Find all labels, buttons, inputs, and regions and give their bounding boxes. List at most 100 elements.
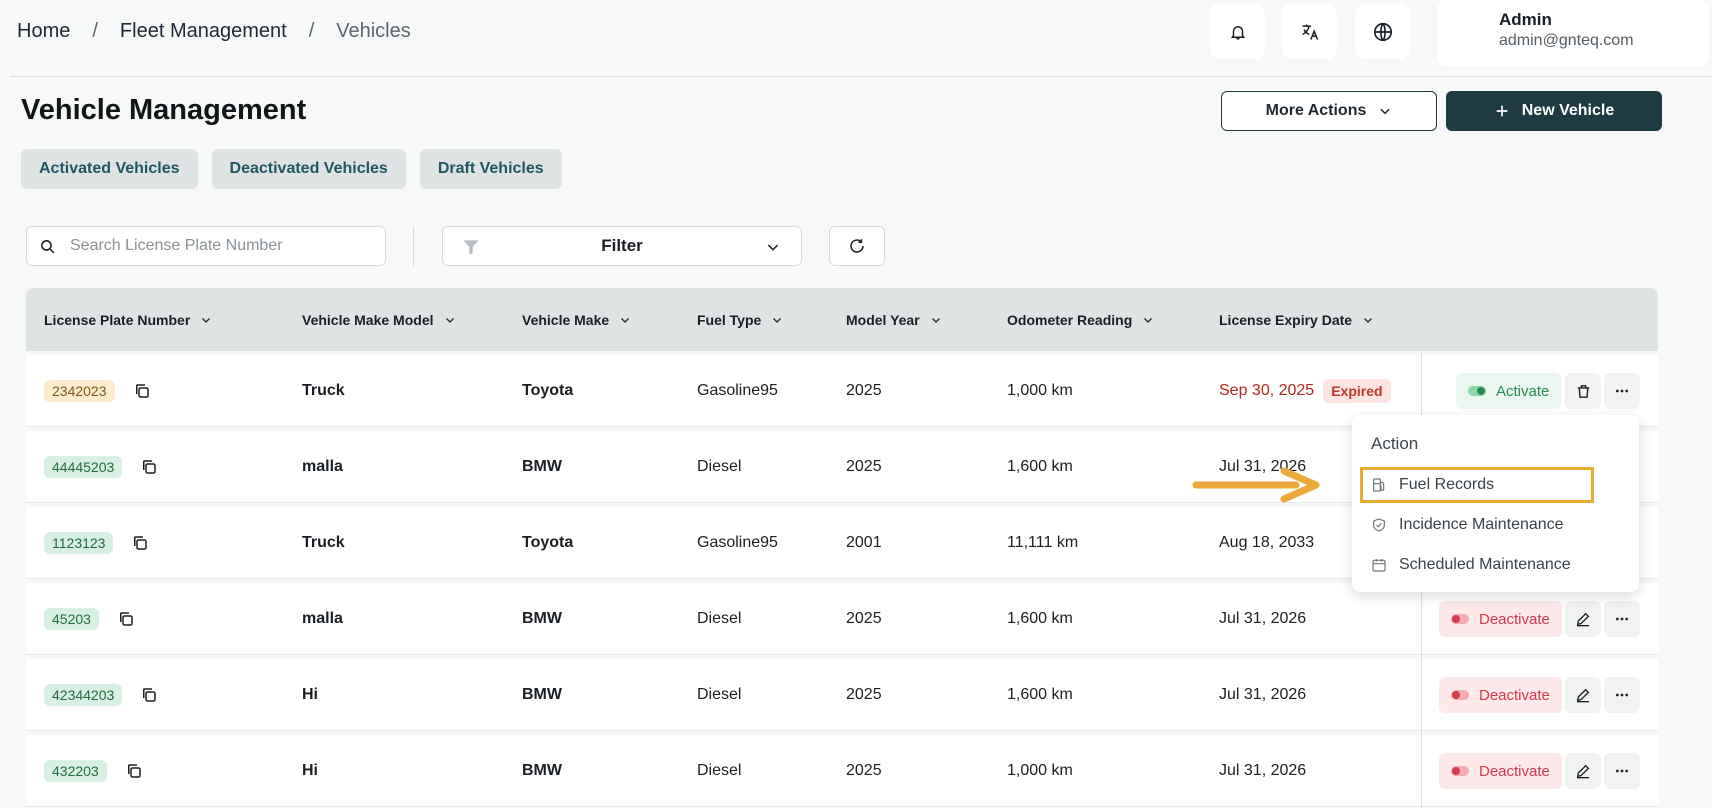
cell-fuel: Diesel bbox=[697, 610, 742, 627]
plus-icon bbox=[1496, 105, 1508, 117]
more-options-button[interactable] bbox=[1604, 373, 1640, 409]
deactivate-button[interactable]: Deactivate bbox=[1439, 677, 1562, 713]
bell-icon bbox=[1230, 25, 1245, 39]
column-license-plate[interactable]: License Plate Number bbox=[44, 288, 212, 351]
pencil-icon bbox=[1576, 688, 1590, 703]
cell-odometer: 1,000 km bbox=[1007, 382, 1073, 399]
column-label: Odometer Reading bbox=[1007, 311, 1133, 328]
cell-model: Hi bbox=[302, 762, 318, 779]
delete-button[interactable] bbox=[1565, 373, 1601, 409]
edit-button[interactable] bbox=[1565, 753, 1601, 789]
chevron-down-icon bbox=[202, 317, 211, 323]
table-row[interactable]: 42344203 Hi BMW Diesel 2025 1,600 km Jul… bbox=[26, 659, 1658, 731]
menu-item-incidence-maintenance[interactable]: Incidence Maintenance bbox=[1369, 507, 1564, 543]
cell-year: 2025 bbox=[846, 686, 882, 703]
breadcrumb-fleet-management[interactable]: Fleet Management bbox=[120, 20, 287, 43]
globe-icon bbox=[1373, 22, 1392, 41]
column-vehicle-make[interactable]: Vehicle Make bbox=[522, 288, 631, 351]
breadcrumb-separator: / bbox=[308, 20, 315, 42]
new-vehicle-button[interactable]: New Vehicle bbox=[1446, 91, 1662, 131]
more-options-button[interactable] bbox=[1604, 601, 1640, 637]
region-button[interactable] bbox=[1355, 4, 1410, 59]
chevron-down-icon bbox=[931, 317, 940, 323]
arrow-annotation-icon bbox=[1192, 467, 1320, 503]
filter-icon bbox=[463, 240, 479, 255]
column-license-expiry-date[interactable]: License Expiry Date bbox=[1219, 288, 1374, 351]
translate-icon bbox=[1301, 24, 1318, 40]
refresh-button[interactable] bbox=[829, 226, 885, 266]
menu-item-scheduled-maintenance[interactable]: Scheduled Maintenance bbox=[1369, 547, 1571, 583]
copy-icon[interactable] bbox=[131, 534, 149, 552]
cell-year: 2001 bbox=[846, 534, 882, 551]
column-label: License Plate Number bbox=[44, 311, 191, 328]
edit-button[interactable] bbox=[1565, 601, 1601, 637]
copy-icon[interactable] bbox=[133, 382, 151, 400]
table-row[interactable]: 432203 Hi BMW Diesel 2025 1,000 km Jul 3… bbox=[26, 735, 1658, 807]
copy-icon[interactable] bbox=[125, 762, 143, 780]
highlight-box bbox=[1360, 467, 1594, 503]
expired-badge: Expired bbox=[1323, 379, 1391, 403]
more-actions-button[interactable]: More Actions bbox=[1221, 91, 1437, 131]
tab-deactivated-vehicles[interactable]: Deactivated Vehicles bbox=[211, 149, 406, 189]
edit-button[interactable] bbox=[1565, 677, 1601, 713]
action-menu-title: Action bbox=[1371, 434, 1419, 453]
column-label: Vehicle Make bbox=[522, 311, 610, 328]
activate-button[interactable]: Activate bbox=[1456, 373, 1562, 409]
user-profile[interactable]: Admin admin@gnteq.com bbox=[1437, 0, 1709, 66]
table-row[interactable]: 45203 malla BMW Diesel 2025 1,600 km Jul… bbox=[26, 583, 1658, 655]
column-label: License Expiry Date bbox=[1219, 311, 1353, 328]
cell-make: BMW bbox=[522, 686, 562, 703]
cell-odometer: 1,600 km bbox=[1007, 458, 1073, 475]
status-label: Deactivate bbox=[1479, 686, 1550, 704]
plate-badge: 2342023 bbox=[44, 380, 115, 402]
cell-odometer: 1,000 km bbox=[1007, 762, 1073, 779]
status-label: Deactivate bbox=[1479, 610, 1550, 628]
cell-make: BMW bbox=[522, 458, 562, 475]
copy-icon[interactable] bbox=[117, 610, 135, 628]
tab-draft-vehicles[interactable]: Draft Vehicles bbox=[419, 149, 562, 189]
search-input[interactable] bbox=[70, 237, 360, 255]
ellipsis-icon bbox=[1616, 389, 1628, 393]
cell-make: BMW bbox=[522, 762, 562, 779]
chevron-down-icon bbox=[773, 317, 782, 323]
menu-item-label: Incidence Maintenance bbox=[1399, 516, 1564, 533]
cell-fuel: Gasoline95 bbox=[697, 382, 778, 399]
deactivate-button[interactable]: Deactivate bbox=[1439, 753, 1562, 789]
column-odometer-reading[interactable]: Odometer Reading bbox=[1007, 288, 1154, 351]
language-button[interactable] bbox=[1282, 4, 1337, 59]
more-options-button[interactable] bbox=[1604, 753, 1640, 789]
vehicle-tabs: Activated Vehicles Deactivated Vehicles … bbox=[21, 149, 562, 189]
copy-icon[interactable] bbox=[140, 458, 158, 476]
cell-make: BMW bbox=[522, 610, 562, 627]
copy-icon[interactable] bbox=[140, 686, 158, 704]
status-label: Activate bbox=[1496, 382, 1550, 400]
cell-expiry: Aug 18, 2033 bbox=[1219, 534, 1315, 551]
plate-badge: 432203 bbox=[44, 760, 107, 782]
chevron-down-icon bbox=[1380, 108, 1390, 115]
cell-fuel: Gasoline95 bbox=[697, 534, 778, 551]
tab-activated-vehicles[interactable]: Activated Vehicles bbox=[21, 149, 198, 189]
chevron-down-icon bbox=[1144, 317, 1153, 323]
column-model-year[interactable]: Model Year bbox=[846, 288, 942, 351]
trash-icon bbox=[1577, 384, 1589, 398]
top-bar: Home / Fleet Management / Vehicles Admin… bbox=[10, 0, 1712, 77]
cell-model: Hi bbox=[302, 686, 318, 703]
deactivate-button[interactable]: Deactivate bbox=[1439, 601, 1562, 637]
breadcrumb: Home / Fleet Management / Vehicles bbox=[17, 20, 411, 43]
column-vehicle-make-model[interactable]: Vehicle Make Model bbox=[302, 288, 456, 351]
filter-dropdown[interactable]: Filter bbox=[442, 226, 802, 266]
breadcrumb-home[interactable]: Home bbox=[17, 20, 70, 43]
ellipsis-icon bbox=[1616, 693, 1628, 697]
cell-make: Toyota bbox=[522, 534, 574, 551]
menu-item-label: Scheduled Maintenance bbox=[1399, 556, 1571, 573]
cell-expiry: Jul 31, 2026 bbox=[1219, 762, 1307, 779]
plate-badge: 42344203 bbox=[44, 684, 123, 706]
cell-model: Truck bbox=[302, 534, 345, 551]
notifications-button[interactable] bbox=[1210, 4, 1265, 59]
cell-expiry: Jul 31, 2026 bbox=[1219, 686, 1307, 703]
search-box bbox=[26, 226, 386, 266]
column-fuel-type[interactable]: Fuel Type bbox=[697, 288, 783, 351]
more-options-button[interactable] bbox=[1604, 677, 1640, 713]
toolbar-divider bbox=[413, 226, 414, 266]
user-name: Admin bbox=[1499, 10, 1552, 29]
